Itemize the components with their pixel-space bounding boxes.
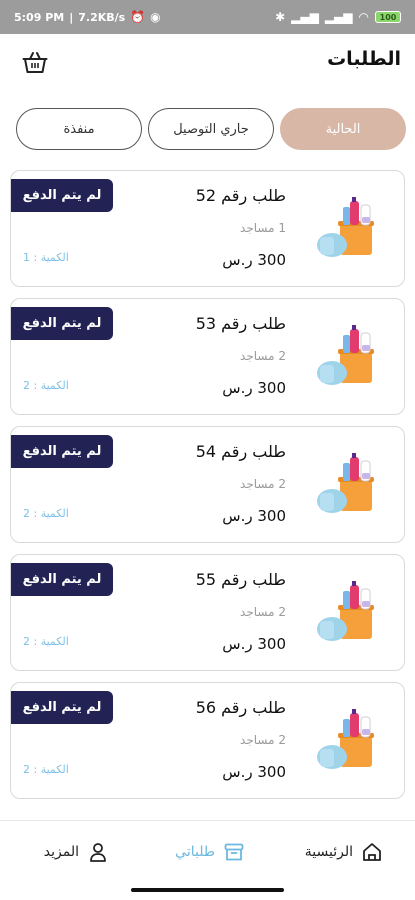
order-status-tabs: منفذة جاري التوصيل الحالية <box>0 108 415 152</box>
status-speed: 7.2KB/s <box>78 10 126 24</box>
page-title: الطلبات <box>327 48 401 70</box>
bluetooth-icon: ✱ <box>275 10 286 24</box>
wifi-icon: ◠ <box>358 10 369 24</box>
order-price: 300 ر.س <box>222 635 286 653</box>
order-mosque-count: 2 مساجد <box>240 477 286 491</box>
order-mosque-count: 2 مساجد <box>240 349 286 363</box>
order-mosque-count: 2 مساجد <box>240 605 286 619</box>
order-price: 300 ر.س <box>222 379 286 397</box>
cleaning-supplies-image <box>317 453 374 513</box>
notification-icon: ◉ <box>150 10 161 24</box>
nav-more-label: المزيد <box>43 844 79 860</box>
order-price: 300 ر.س <box>222 507 286 525</box>
cleaning-supplies-image <box>317 197 374 257</box>
cleaning-supplies-image <box>317 709 374 769</box>
order-quantity: الكمية : 2 <box>23 763 69 776</box>
payment-status-badge: لم يتم الدفع <box>11 179 113 212</box>
basket-icon <box>22 52 48 73</box>
alarm-icon: ⏰ <box>130 10 146 24</box>
status-time: 5:09 PM <box>14 10 65 24</box>
order-card[interactable]: لم يتم الدفع طلب رقم 53 2 مساجد 300 ر.س … <box>10 298 405 415</box>
nav-home[interactable]: الرئيسية <box>305 841 383 863</box>
payment-status-badge: لم يتم الدفع <box>11 307 113 340</box>
battery-icon: 100 <box>375 11 401 23</box>
order-card[interactable]: لم يتم الدفع طلب رقم 55 2 مساجد 300 ر.س … <box>10 554 405 671</box>
order-card[interactable]: لم يتم الدفع طلب رقم 56 2 مساجد 300 ر.س … <box>10 682 405 799</box>
tab-current[interactable]: الحالية <box>280 108 406 150</box>
status-bar: 5:09 PM | 7.2KB/s ⏰ ◉ ✱ ▂▄▆ ▂▄▆ ◠ 100 <box>0 0 415 34</box>
status-left: 5:09 PM | 7.2KB/s ⏰ ◉ <box>14 11 161 24</box>
status-right: ✱ ▂▄▆ ▂▄▆ ◠ 100 <box>275 11 401 23</box>
nav-my-orders-label: طلباتي <box>175 844 215 860</box>
order-title: طلب رقم 52 <box>195 186 286 205</box>
order-price: 300 ر.س <box>222 763 286 781</box>
archive-box-icon <box>224 843 244 861</box>
order-card[interactable]: لم يتم الدفع طلب رقم 54 2 مساجد 300 ر.س … <box>10 426 405 543</box>
order-title: طلب رقم 53 <box>195 314 286 333</box>
order-card[interactable]: لم يتم الدفع طلب رقم 52 1 مساجد 300 ر.س … <box>10 170 405 287</box>
user-icon <box>90 843 106 862</box>
nav-my-orders[interactable]: طلباتي <box>175 841 245 863</box>
bottom-navigation: الرئيسية طلباتي المزيد <box>0 820 415 900</box>
order-mosque-count: 1 مساجد <box>240 221 286 235</box>
tab-in-delivery[interactable]: جاري التوصيل <box>148 108 274 150</box>
signal-icon: ▂▄▆ <box>291 10 319 24</box>
page-header: الطلبات <box>0 34 415 92</box>
order-price: 300 ر.س <box>222 251 286 269</box>
order-quantity: الكمية : 2 <box>23 635 69 648</box>
order-mosque-count: 2 مساجد <box>240 733 286 747</box>
order-title: طلب رقم 55 <box>195 570 286 589</box>
tab-completed[interactable]: منفذة <box>16 108 142 150</box>
payment-status-badge: لم يتم الدفع <box>11 435 113 468</box>
signal-2-icon: ▂▄▆ <box>324 10 353 24</box>
nav-more[interactable]: المزيد <box>44 841 109 863</box>
payment-status-badge: لم يتم الدفع <box>11 563 113 596</box>
home-icon <box>363 843 381 861</box>
payment-status-badge: لم يتم الدفع <box>11 691 113 724</box>
cleaning-supplies-image <box>317 581 374 641</box>
order-title: طلب رقم 54 <box>195 442 286 461</box>
nav-home-label: الرئيسية <box>304 844 353 860</box>
basket-button[interactable] <box>20 48 50 78</box>
cleaning-supplies-image <box>317 325 374 385</box>
order-quantity: الكمية : 2 <box>23 379 69 392</box>
status-separator: | <box>69 10 74 24</box>
order-quantity: الكمية : 2 <box>23 507 69 520</box>
order-quantity: الكمية : 1 <box>23 251 69 264</box>
order-title: طلب رقم 56 <box>195 698 286 717</box>
home-indicator-bar[interactable] <box>131 888 284 892</box>
